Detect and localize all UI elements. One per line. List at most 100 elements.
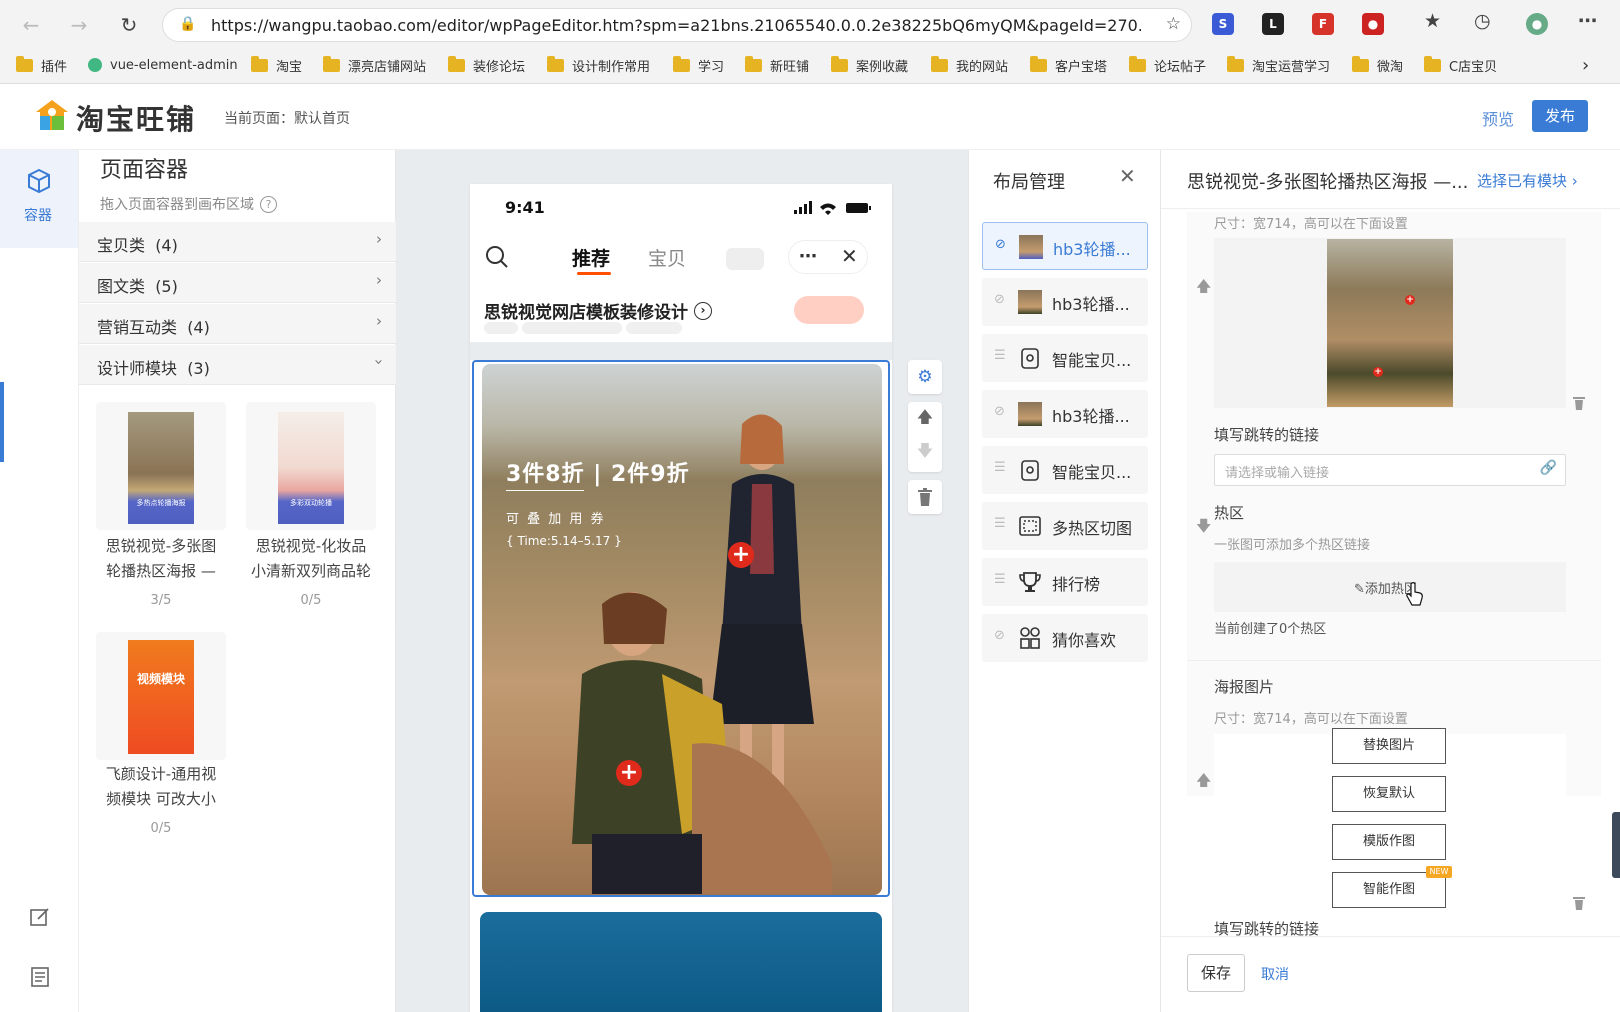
bookmark-item[interactable]: 新旺铺 [745, 54, 809, 76]
layout-item-label: 智能宝贝... [1052, 463, 1132, 482]
hand-cursor-icon [1406, 582, 1424, 606]
hotspot-plus-icon[interactable]: + [728, 542, 754, 568]
category-item[interactable]: 宝贝类 (4) › [79, 222, 396, 262]
bookmark-item[interactable]: 案例收藏 [831, 54, 908, 76]
taobao-logo-icon [34, 98, 70, 132]
more-icon[interactable]: ⋯ [799, 246, 817, 267]
move-down-icon[interactable]: 🡇 [1196, 516, 1211, 541]
module-thumbnail: 多彩双动轮播 [278, 412, 344, 524]
url-text[interactable]: https://wangpu.taobao.com/editor/wpPageE… [211, 16, 1141, 35]
help-icon[interactable]: ? [260, 195, 277, 213]
add-hotzone-button[interactable]: ✎添加热区 [1214, 562, 1566, 612]
bookmark-item[interactable]: 插件 [16, 54, 67, 76]
drag-handle-icon[interactable]: ☰ [994, 348, 1006, 363]
capsule-menu[interactable]: ⋯ ✕ [788, 240, 868, 274]
arrow-up-icon[interactable]: 🡅 [908, 406, 942, 433]
bookmark-item[interactable]: 论坛帖子 [1129, 54, 1206, 76]
publish-button[interactable]: 发布 [1532, 100, 1588, 132]
bookmark-item[interactable]: 装修论坛 [448, 54, 525, 76]
bookmark-item[interactable]: C店宝贝 [1424, 54, 1497, 76]
move-up-icon[interactable]: 🡅 [1196, 276, 1211, 301]
link-icon[interactable]: 🔗 [1540, 460, 1557, 476]
search-icon[interactable] [484, 244, 510, 270]
close-icon[interactable]: ✕ [1119, 164, 1136, 188]
category-item-expanded[interactable]: 设计师模块 (3) › [79, 345, 396, 385]
hotspot-plus-icon[interactable]: + [616, 760, 642, 786]
layout-item[interactable]: ⊘ 猜你喜欢 [982, 614, 1148, 662]
close-icon[interactable]: ✕ [841, 244, 858, 268]
address-bar[interactable]: 🔒 https://wangpu.taobao.com/editor/wpPag… [162, 8, 1192, 42]
trophy-icon [1018, 570, 1042, 594]
link-input[interactable]: 请选择或输入链接 🔗 [1214, 454, 1566, 486]
category-item[interactable]: 图文类 (5) › [79, 263, 396, 303]
cancel-button[interactable]: 取消 [1261, 964, 1289, 984]
preview-button[interactable]: 预览 [1482, 106, 1514, 130]
layout-item[interactable]: ☰ 多热区切图 [982, 502, 1148, 550]
extension-icon[interactable]: S [1212, 13, 1234, 35]
drag-handle-icon[interactable]: ☰ [994, 516, 1006, 531]
tab-items[interactable]: 宝贝 [648, 244, 686, 271]
arrow-down-icon[interactable]: 🡇 [908, 440, 942, 467]
category-item[interactable]: 营销互动类 (4) › [79, 304, 396, 344]
trash-icon[interactable] [1573, 896, 1585, 914]
layout-item[interactable]: ☰ 智能宝贝... [982, 334, 1148, 382]
layout-item-label: 猜你喜欢 [1052, 631, 1117, 650]
save-button[interactable]: 保存 [1187, 954, 1245, 992]
follow-button-placeholder[interactable] [794, 296, 864, 324]
module-tile[interactable]: 多热点轮播海报 [96, 402, 226, 530]
selected-poster-module[interactable]: 3件8折 | 2件9折 可 叠 加 用 券 { Time:5.14–5.17 }… [472, 360, 890, 897]
layout-item[interactable]: ⊘ hb3轮播... [982, 278, 1148, 326]
layout-item[interactable]: ☰ 智能宝贝... [982, 446, 1148, 494]
layout-item[interactable]: ⊘ hb3轮播... [982, 390, 1148, 438]
profile-avatar[interactable]: ● [1526, 13, 1548, 35]
history-icon[interactable]: ◷ [1474, 10, 1491, 32]
choose-existing-module-link[interactable]: 选择已有模块 › [1477, 170, 1578, 191]
module-tile[interactable]: 多彩双动轮播 [246, 402, 376, 530]
module-thumbnail [1018, 402, 1042, 426]
module-tile[interactable]: 视频模块 [96, 632, 226, 760]
shop-name: 思锐视觉网店模板装修设计 › [484, 298, 712, 323]
chevron-down-icon: › [370, 359, 388, 365]
more-menu-icon[interactable]: ⋯ [1578, 10, 1597, 32]
bookmark-item[interactable]: 客户宝塔 [1030, 54, 1107, 76]
chevron-right-icon: › [376, 271, 382, 289]
layout-item[interactable]: ⊘ hb3轮播... [982, 222, 1148, 270]
scroll-indicator[interactable] [1612, 812, 1620, 878]
document-icon[interactable] [28, 965, 52, 989]
thumbnail-text: 视频模块 [136, 672, 185, 686]
arrow-circle-icon[interactable]: › [694, 301, 712, 320]
props-title: 思锐视觉-多张图轮播热区海报 —... [1187, 172, 1469, 193]
drag-handle-icon[interactable]: ☰ [994, 572, 1006, 587]
bookmark-item[interactable]: 设计制作常用 [547, 54, 650, 76]
move-up-icon[interactable]: 🡅 [1196, 770, 1211, 795]
trash-icon[interactable] [1573, 396, 1585, 414]
replace-image-button[interactable]: 替换图片 [1332, 728, 1446, 764]
forward-icon[interactable]: → [64, 10, 94, 40]
template-design-button[interactable]: 模版作图 [1332, 824, 1446, 860]
extension-icon[interactable]: ● [1362, 13, 1384, 35]
restore-default-button[interactable]: 恢复默认 [1332, 776, 1446, 812]
bookmarks-overflow-icon[interactable]: › [1582, 54, 1589, 76]
bookmark-item[interactable]: 微淘 [1352, 54, 1403, 76]
tab-recommend[interactable]: 推荐 [572, 244, 610, 271]
layout-item[interactable]: ☰ 排行榜 [982, 558, 1148, 606]
extension-icon[interactable]: F [1312, 13, 1334, 35]
favorites-icon[interactable]: ★ [1424, 10, 1441, 32]
bookmark-item[interactable]: 学习 [673, 54, 724, 76]
bookmark-item[interactable]: 我的网站 [931, 54, 1008, 76]
bookmark-item[interactable]: 淘宝运营学习 [1227, 54, 1330, 76]
back-icon[interactable]: ← [16, 10, 46, 40]
gear-icon[interactable]: ⚙ [908, 360, 942, 394]
drag-handle-icon[interactable]: ☰ [994, 460, 1006, 475]
bookmark-item[interactable]: 淘宝 [251, 54, 302, 76]
extension-icon[interactable]: L [1262, 13, 1284, 35]
favorite-add-icon[interactable]: ☆ [1166, 14, 1181, 34]
shop-name-text: 思锐视觉网店模板装修设计 [484, 303, 688, 323]
bookmark-item[interactable]: vue-element-admin [88, 54, 238, 76]
cube-icon [26, 168, 52, 194]
rail-item-container[interactable]: 容器 [0, 150, 78, 248]
reload-icon[interactable]: ↻ [114, 10, 144, 40]
edit-icon[interactable] [28, 905, 52, 929]
trash-icon[interactable] [908, 480, 942, 514]
bookmark-item[interactable]: 漂亮店铺网站 [323, 54, 426, 76]
